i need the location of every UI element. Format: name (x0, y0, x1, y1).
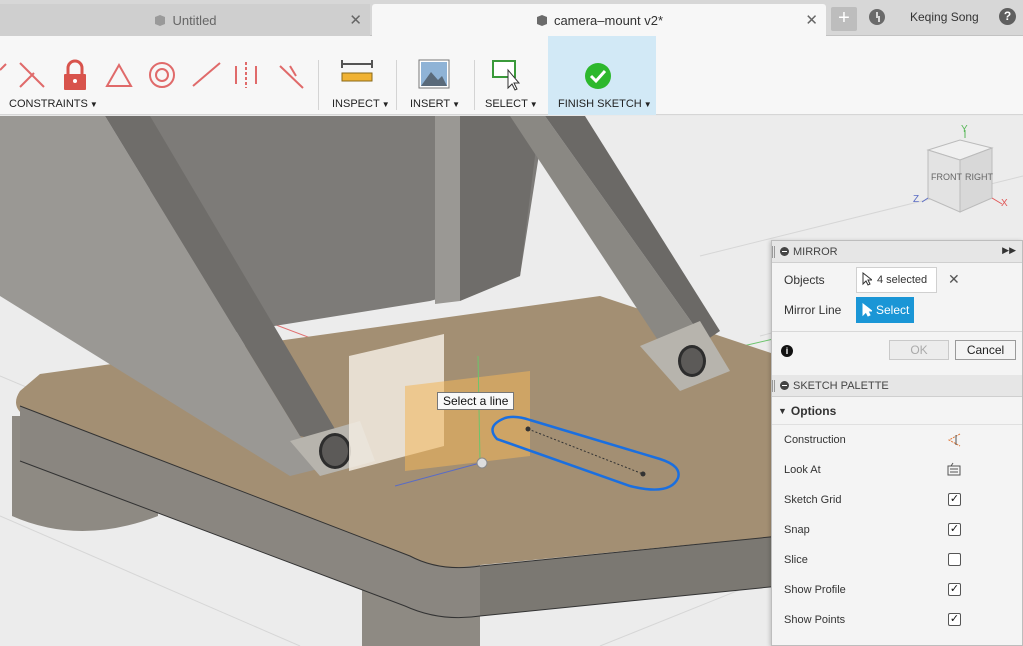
collapse-icon[interactable] (780, 381, 789, 390)
triangle-icon (105, 62, 133, 87)
constraints-group: CONSTRAINTS ▼ (0, 36, 318, 115)
divider (396, 60, 397, 110)
info-icon[interactable]: i (781, 345, 793, 357)
tab-label: Untitled (172, 12, 217, 28)
objects-row: Objects 4 selected ✕ (772, 265, 1022, 295)
viewcube-right-label[interactable]: RIGHT (965, 172, 993, 182)
inspect-label: INSPECT (332, 98, 380, 110)
dialog-buttons: i OK Cancel (772, 331, 1022, 375)
option-show-points: Show Points ✓ (772, 605, 1022, 635)
objects-label: Objects (784, 273, 825, 287)
snap-checkbox[interactable]: ✓ (948, 523, 961, 536)
finish-sketch-label: FINISH SKETCH (558, 98, 642, 110)
sketch-palette-title: SKETCH PALETTE (793, 379, 889, 392)
option-slice: Slice (772, 545, 1022, 575)
mirror-line-label: Mirror Line (784, 303, 842, 317)
mirror-line-row: Mirror Line Select (772, 295, 1022, 325)
construction-icon[interactable] (946, 432, 962, 448)
select-group[interactable]: SELECT ▼ (478, 36, 542, 115)
axis-z-label: Z (913, 194, 920, 205)
select-label: SELECT (485, 98, 528, 110)
cancel-button[interactable]: Cancel (955, 340, 1016, 360)
divider (318, 60, 319, 110)
show-points-checkbox[interactable]: ✓ (948, 613, 961, 626)
axis-y-label: Y (961, 124, 968, 135)
objects-count: 4 selected (877, 274, 928, 286)
option-sketch-grid: Sketch Grid ✓ (772, 485, 1022, 515)
drag-handle-icon[interactable] (772, 380, 775, 392)
triangle-down-icon: ▼ (778, 405, 787, 416)
tangent-icon (0, 63, 7, 71)
job-status-icon[interactable] (869, 9, 885, 25)
option-snap: Snap ✓ (772, 515, 1022, 545)
mirror-line-select-button[interactable]: Select (856, 297, 914, 323)
finish-sketch-button[interactable]: FINISH SKETCH ▼ (548, 36, 656, 115)
user-name[interactable]: Keqing Song (910, 10, 979, 24)
xy-plane (405, 371, 530, 471)
tab-untitled[interactable]: Untitled ✕ (0, 4, 370, 36)
lock-icon (64, 59, 86, 90)
slice-checkbox[interactable] (948, 553, 961, 566)
option-label: Show Points (784, 614, 846, 626)
option-label: Sketch Grid (784, 494, 842, 506)
tab-label: camera–mount v2* (553, 12, 664, 28)
concentric-icon (149, 62, 175, 88)
cursor-icon (862, 272, 872, 286)
mirror-title: MIRROR (793, 245, 838, 258)
slot-center-point (525, 426, 531, 432)
expand-arrows-icon[interactable]: ▶▶ (1002, 245, 1016, 256)
option-label: Snap (784, 524, 810, 536)
document-icon (536, 14, 547, 26)
help-icon[interactable]: ? (999, 8, 1016, 25)
close-icon[interactable]: ✕ (349, 11, 362, 29)
cursor-icon (862, 303, 872, 317)
look-at-icon[interactable] (946, 462, 962, 478)
back-rib (435, 116, 460, 304)
mirror-dialog: MIRROR ▶▶ Objects 4 selected ✕ Mirror Li… (771, 240, 1023, 646)
inspect-group[interactable]: INSPECT ▼ (322, 36, 392, 115)
constraints-menu[interactable]: CONSTRAINTS ▼ (9, 98, 98, 110)
options-label: Options (790, 403, 837, 418)
option-label: Slice (784, 554, 808, 566)
axis-x-label: X (1001, 198, 1008, 209)
midpoint-icon (192, 62, 221, 87)
divider (474, 60, 475, 110)
option-show-profile: Show Profile ✓ (772, 575, 1022, 605)
tooltip: Select a line (437, 392, 515, 410)
insert-label: INSERT (410, 98, 451, 110)
toolbar: CONSTRAINTS ▼ INSPECT ▼ INSERT ▼ SELECT ▼ (0, 36, 1023, 115)
option-label: Look At (784, 464, 821, 476)
option-construction: Construction (772, 425, 1022, 455)
document-icon (155, 14, 166, 26)
tab-camera-mount[interactable]: camera–mount v2* ✕ (372, 4, 826, 36)
close-icon[interactable]: ✕ (805, 11, 818, 29)
new-tab-button[interactable]: + (831, 7, 857, 31)
show-profile-checkbox[interactable]: ✓ (948, 583, 961, 596)
sketch-grid-checkbox[interactable]: ✓ (948, 493, 961, 506)
option-look-at: Look At (772, 455, 1022, 485)
select-button-label: Select (876, 303, 910, 317)
tab-bar: Untitled ✕ camera–mount v2* ✕ + Keqing S… (0, 0, 1023, 36)
drag-handle-icon[interactable] (772, 246, 775, 258)
sketch-palette-header[interactable]: SKETCH PALETTE (772, 375, 1022, 397)
clear-selection-icon[interactable]: ✕ (948, 271, 960, 288)
mirror-header[interactable]: MIRROR ▶▶ (772, 241, 1022, 263)
options-section-header[interactable]: ▼ Options (772, 397, 1022, 425)
option-label: Construction (784, 434, 846, 446)
origin-point (476, 457, 488, 469)
ok-button[interactable]: OK (889, 340, 949, 360)
viewcube[interactable]: FRONT RIGHT Y X Z (910, 124, 1010, 218)
insert-group[interactable]: INSERT ▼ (400, 36, 470, 115)
slot-center-point (640, 471, 646, 477)
option-label: Show Profile (784, 584, 846, 596)
objects-selection[interactable]: 4 selected (856, 267, 937, 293)
viewcube-front-label[interactable]: FRONT (931, 172, 962, 182)
collapse-icon[interactable] (780, 247, 789, 256)
